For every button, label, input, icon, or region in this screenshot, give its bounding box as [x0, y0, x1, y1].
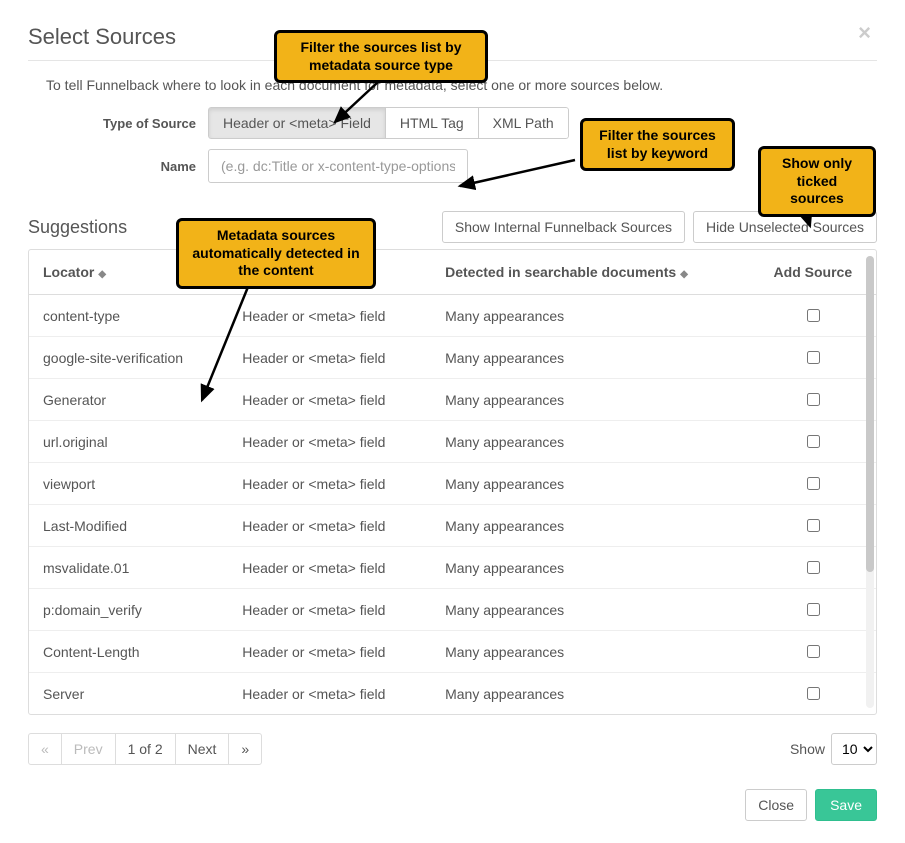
- cell-locator: viewport: [29, 463, 228, 505]
- cell-detected: Many appearances: [431, 505, 750, 547]
- table-row: google-site-verificationHeader or <meta>…: [29, 337, 876, 379]
- cell-add: [750, 547, 876, 589]
- add-source-checkbox[interactable]: [807, 603, 820, 616]
- cell-add: [750, 379, 876, 421]
- name-row: Name: [28, 149, 877, 183]
- cell-add: [750, 673, 876, 715]
- table-row: url.originalHeader or <meta> fieldMany a…: [29, 421, 876, 463]
- cell-add: [750, 505, 876, 547]
- cell-add: [750, 589, 876, 631]
- cell-locator: Content-Length: [29, 631, 228, 673]
- type-option-xml-path[interactable]: XML Path: [478, 107, 569, 139]
- cell-detected: Many appearances: [431, 631, 750, 673]
- cell-detected: Many appearances: [431, 589, 750, 631]
- cell-locator: Server: [29, 673, 228, 715]
- cell-locator: Last-Modified: [29, 505, 228, 547]
- close-button[interactable]: Close: [745, 789, 807, 821]
- add-source-checkbox[interactable]: [807, 393, 820, 406]
- cell-type: Header or <meta> field: [228, 505, 431, 547]
- sort-icon: ◆: [680, 269, 686, 280]
- add-source-checkbox[interactable]: [807, 561, 820, 574]
- scrollbar-thumb[interactable]: [866, 256, 874, 572]
- type-of-source-group: Header or <meta> Field HTML Tag XML Path: [208, 107, 569, 139]
- annotation-filter-keyword: Filter the sources list by keyword: [580, 118, 735, 171]
- add-source-checkbox[interactable]: [807, 309, 820, 322]
- cell-detected: Many appearances: [431, 463, 750, 505]
- table-row: Content-LengthHeader or <meta> fieldMany…: [29, 631, 876, 673]
- cell-type: Header or <meta> field: [228, 421, 431, 463]
- col-add-source: Add Source: [750, 250, 876, 295]
- pager-first[interactable]: «: [28, 733, 62, 765]
- show-internal-sources-button[interactable]: Show Internal Funnelback Sources: [442, 211, 685, 243]
- show-select[interactable]: 10: [831, 733, 877, 765]
- arrow-icon: [330, 82, 370, 142]
- show-label: Show: [790, 741, 825, 757]
- cell-add: [750, 631, 876, 673]
- suggestions-header: Suggestions Show Internal Funnelback Sou…: [28, 211, 877, 243]
- save-button[interactable]: Save: [815, 789, 877, 821]
- cell-type: Header or <meta> field: [228, 589, 431, 631]
- cell-locator: msvalidate.01: [29, 547, 228, 589]
- table-row: ServerHeader or <meta> fieldMany appeara…: [29, 673, 876, 715]
- add-source-checkbox[interactable]: [807, 519, 820, 532]
- cell-detected: Many appearances: [431, 547, 750, 589]
- table-row: Last-ModifiedHeader or <meta> fieldMany …: [29, 505, 876, 547]
- table-row: viewportHeader or <meta> fieldMany appea…: [29, 463, 876, 505]
- pager-last[interactable]: »: [228, 733, 262, 765]
- cell-add: [750, 463, 876, 505]
- cell-detected: Many appearances: [431, 337, 750, 379]
- cell-add: [750, 337, 876, 379]
- cell-detected: Many appearances: [431, 379, 750, 421]
- cell-type: Header or <meta> field: [228, 631, 431, 673]
- annotation-filter-type: Filter the sources list by metadata sour…: [274, 30, 488, 83]
- pager: « Prev 1 of 2 Next »: [28, 733, 262, 765]
- name-input[interactable]: [208, 149, 468, 183]
- dialog-footer: Close Save: [28, 789, 877, 821]
- add-source-checkbox[interactable]: [807, 435, 820, 448]
- cell-detected: Many appearances: [431, 295, 750, 337]
- cell-type: Header or <meta> field: [228, 547, 431, 589]
- cell-locator: p:domain_verify: [29, 589, 228, 631]
- type-of-source-row: Type of Source Header or <meta> Field HT…: [28, 107, 877, 139]
- suggestions-table-wrap: Locator◆ Type◆ Detected in searchable do…: [28, 249, 877, 715]
- add-source-checkbox[interactable]: [807, 687, 820, 700]
- cell-type: Header or <meta> field: [228, 673, 431, 715]
- cell-add: [750, 421, 876, 463]
- suggestions-heading: Suggestions: [28, 217, 127, 238]
- annotation-show-ticked: Show only ticked sources: [758, 146, 876, 217]
- cell-add: [750, 295, 876, 337]
- table-row: msvalidate.01Header or <meta> fieldMany …: [29, 547, 876, 589]
- cell-detected: Many appearances: [431, 673, 750, 715]
- close-icon[interactable]: ×: [858, 20, 871, 46]
- name-label: Name: [28, 159, 208, 174]
- table-row: content-typeHeader or <meta> fieldMany a…: [29, 295, 876, 337]
- arrow-icon: [190, 282, 260, 412]
- pager-next[interactable]: Next: [175, 733, 230, 765]
- arrow-icon: [455, 160, 585, 200]
- add-source-checkbox[interactable]: [807, 477, 820, 490]
- pager-indicator: 1 of 2: [115, 733, 176, 765]
- add-source-checkbox[interactable]: [807, 645, 820, 658]
- select-sources-dialog: × Select Sources To tell Funnelback wher…: [0, 0, 905, 843]
- suggestions-table: Locator◆ Type◆ Detected in searchable do…: [29, 250, 876, 714]
- table-row: GeneratorHeader or <meta> fieldMany appe…: [29, 379, 876, 421]
- scrollbar[interactable]: [866, 256, 874, 708]
- cell-type: Header or <meta> field: [228, 463, 431, 505]
- cell-detected: Many appearances: [431, 421, 750, 463]
- col-detected[interactable]: Detected in searchable documents◆: [431, 250, 750, 295]
- pager-row: « Prev 1 of 2 Next » Show 10: [28, 733, 877, 765]
- show-control: Show 10: [790, 733, 877, 765]
- pager-prev[interactable]: Prev: [61, 733, 116, 765]
- type-option-html-tag[interactable]: HTML Tag: [385, 107, 479, 139]
- cell-locator: url.original: [29, 421, 228, 463]
- table-row: p:domain_verifyHeader or <meta> fieldMan…: [29, 589, 876, 631]
- annotation-auto-detected: Metadata sources automatically detected …: [176, 218, 376, 289]
- type-of-source-label: Type of Source: [28, 116, 208, 131]
- add-source-checkbox[interactable]: [807, 351, 820, 364]
- sort-icon: ◆: [98, 269, 104, 280]
